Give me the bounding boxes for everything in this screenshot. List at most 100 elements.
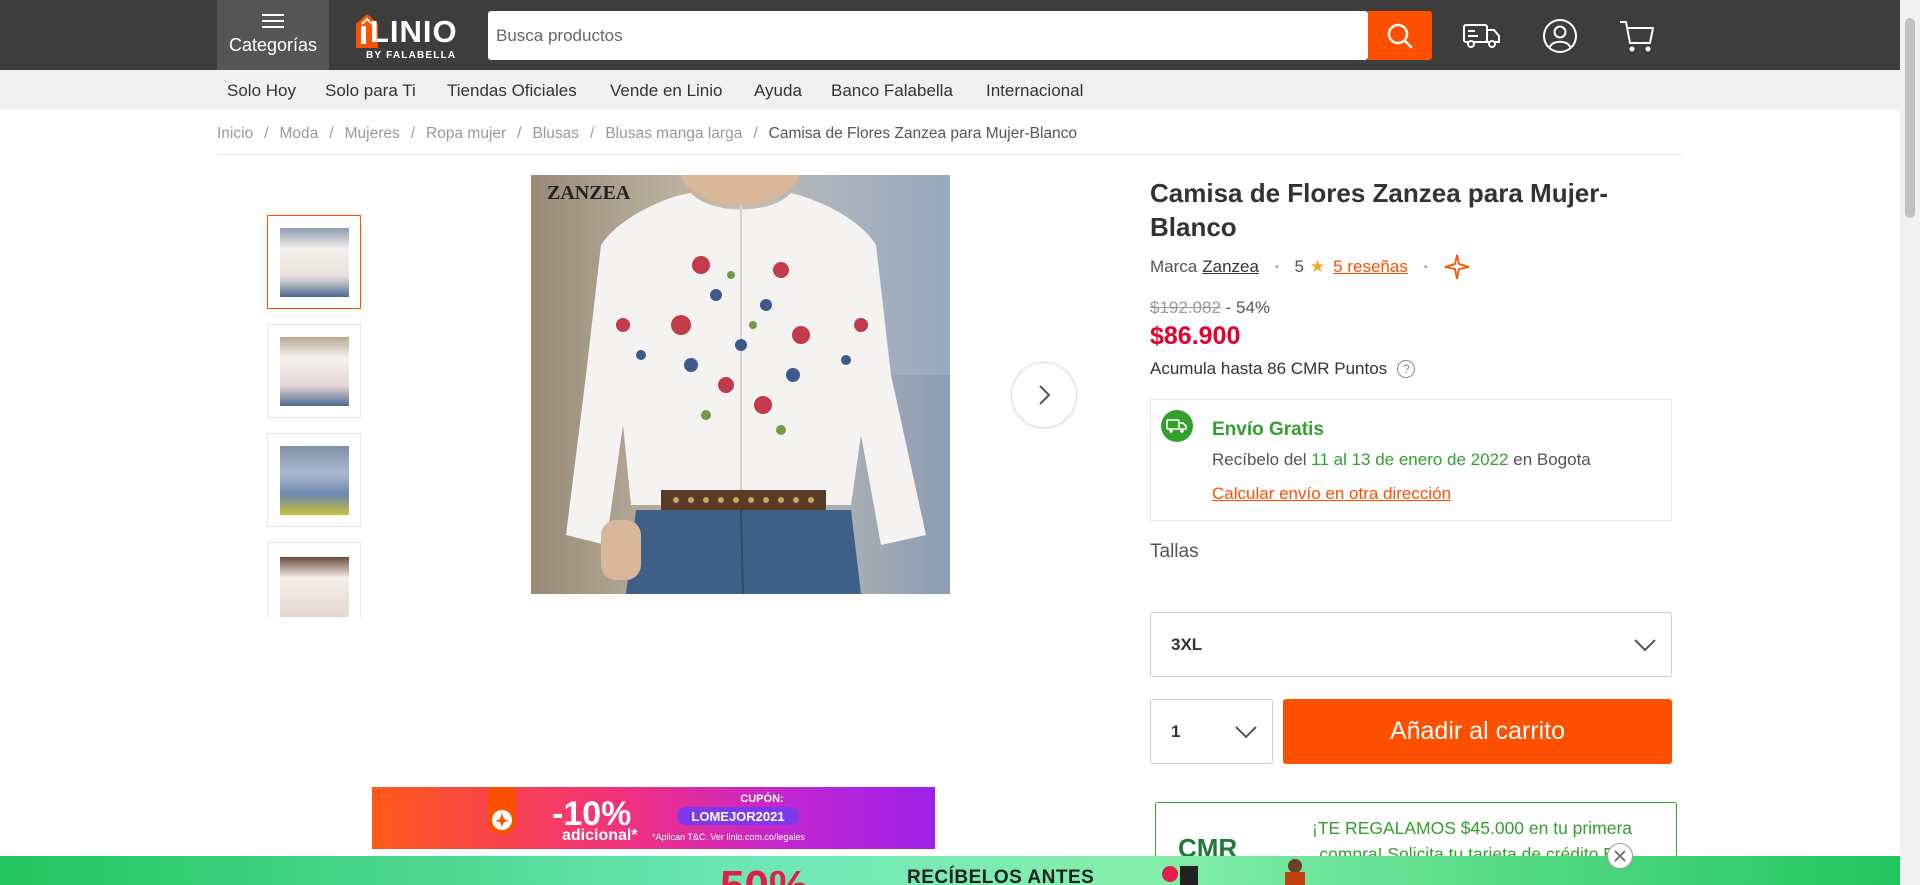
product-meta: Marca Zanzea • 5 ★ 5 reseñas • <box>1150 254 1471 280</box>
delivery-prefix: Recíbelo del <box>1212 450 1307 469</box>
shipping-info-box: Envío Gratis Recíbelo del 11 al 13 de en… <box>1150 399 1672 521</box>
product-title: Camisa de Flores Zanzea para Mujer-Blanc… <box>1150 178 1609 242</box>
thumbnail-image <box>279 227 349 297</box>
quantity-value: 1 <box>1171 721 1181 741</box>
search-icon <box>1387 23 1413 48</box>
meta-separator: • <box>1423 261 1428 273</box>
size-selected-value: 3XL <box>1171 634 1203 654</box>
brand-link[interactable]: Zanzea <box>1202 257 1259 277</box>
linio-logo[interactable]: LINIO BY FALABELLA <box>352 10 470 62</box>
breadcrumb-separator: / <box>753 125 758 142</box>
delivery-city: en Bogota <box>1513 450 1591 469</box>
old-price: $192.082 <box>1150 298 1221 317</box>
gallery-thumbnail[interactable] <box>267 433 361 527</box>
bottom-banner-percent: 50% <box>720 862 808 885</box>
promo-tab <box>488 787 516 835</box>
reviews-link[interactable]: 5 reseñas <box>1333 257 1408 277</box>
menu-icon <box>262 14 284 28</box>
breadcrumb-separator: / <box>410 125 416 142</box>
sizes-label: Tallas <box>1150 541 1199 562</box>
cmr-message: ¡TE REGALAMOS $45.000 en tu primera comp… <box>1312 818 1632 862</box>
breadcrumb-separator: / <box>517 125 522 142</box>
nav-solo-para-ti[interactable]: Solo para Ti <box>325 81 416 101</box>
gallery-thumbnail[interactable] <box>267 324 361 418</box>
nav-internacional[interactable]: Internacional <box>986 81 1083 101</box>
brand-label: Marca <box>1150 257 1198 276</box>
breadcrumb-item[interactable]: Moda <box>280 125 319 143</box>
breadcrumb-item[interactable]: Blusas manga larga <box>605 125 742 143</box>
truck-icon <box>1463 24 1500 48</box>
chevron-down-icon <box>1235 725 1257 738</box>
breadcrumb-item[interactable]: Blusas <box>532 125 579 143</box>
thumbnail-image <box>279 556 349 617</box>
points-text: Acumula hasta 86 CMR Puntos <box>1150 359 1388 378</box>
page-scrollbar[interactable] <box>1900 0 1920 885</box>
main-product-image[interactable]: ZANZEA <box>531 175 950 594</box>
add-to-cart-button[interactable]: Añadir al carrito <box>1283 699 1672 764</box>
gallery-thumbnail[interactable] <box>267 542 361 618</box>
rating-value: 5 <box>1294 257 1304 276</box>
nav-tiendas-oficiales[interactable]: Tiendas Oficiales <box>447 81 577 101</box>
cmr-points: Acumula hasta 86 CMR Puntos ? <box>1150 359 1416 379</box>
logo-text: LINIO <box>370 14 458 49</box>
person-icon <box>1285 859 1305 885</box>
breadcrumb-separator: / <box>264 125 269 142</box>
breadcrumb-current: Camisa de Flores Zanzea para Mujer-Blanc… <box>768 125 1078 142</box>
current-price: $86.900 <box>1150 322 1241 350</box>
account-button[interactable] <box>1538 14 1582 58</box>
plane-icon <box>492 810 512 830</box>
nav-banco-falabella[interactable]: Banco Falabella <box>831 81 953 101</box>
thumbnail-image <box>279 336 349 406</box>
breadcrumb-item[interactable]: Ropa mujer <box>426 125 506 143</box>
coupon-label: CUPÓN: <box>740 793 784 805</box>
categories-label: Categorías <box>228 35 318 55</box>
scrollbar-thumb[interactable] <box>1905 18 1915 218</box>
delivery-dates: 11 al 13 de enero de 2022 <box>1311 450 1509 469</box>
gallery-thumbnail[interactable] <box>267 215 361 309</box>
quantity-select[interactable]: 1 <box>1150 699 1273 764</box>
watermark-text: ZANZEA <box>547 182 631 204</box>
coupon-promo-banner[interactable]: -10% adicional* CUPÓN: LOMEJOR2021 *Apli… <box>372 787 935 849</box>
old-price-row: $192.082 - 54% <box>1150 298 1270 318</box>
coupon-code: LOMEJOR2021 <box>677 807 799 825</box>
chevron-down-icon <box>1634 638 1656 651</box>
promo-adicional: adicional* <box>562 827 638 844</box>
nav-solo-hoy[interactable]: Solo Hoy <box>227 81 296 101</box>
breadcrumb-separator: / <box>329 125 334 142</box>
close-banner-button[interactable] <box>1607 843 1633 869</box>
size-select[interactable]: 3XL <box>1150 612 1672 677</box>
cart-icon <box>1620 21 1654 52</box>
chevron-right-icon <box>1039 385 1051 405</box>
nav-ayuda[interactable]: Ayuda <box>754 81 802 101</box>
calculate-shipping-link[interactable]: Calcular envío en otra dirección <box>1212 484 1451 504</box>
delivery-estimate: Recíbelo del 11 al 13 de enero de 2022 e… <box>1212 450 1591 470</box>
top-header: Categorías LINIO BY FALABELLA <box>0 0 1900 70</box>
meta-separator: • <box>1274 261 1279 273</box>
discount-percent: - 54% <box>1225 298 1271 317</box>
nav-vende-en-linio[interactable]: Vende en Linio <box>610 81 723 101</box>
bottom-banner-text: RECÍBELOS ANTES <box>907 867 1095 885</box>
delivery-truck-icon <box>1161 410 1193 442</box>
breadcrumb: Inicio / Moda / Mujeres / Ropa mujer / Blusas / Bl… <box>217 125 1682 155</box>
promo-terms: *Aplican T&C. Ver linio.com.co/legales <box>652 832 805 842</box>
thumbnail-image <box>279 445 349 515</box>
cart-button[interactable] <box>1615 14 1659 58</box>
secondary-nav: Solo Hoy Solo para Ti Tiendas Oficiales … <box>0 70 1900 110</box>
search-input[interactable] <box>496 11 1346 60</box>
help-icon[interactable]: ? <box>1397 360 1416 378</box>
gift-icon <box>1162 866 1198 885</box>
logo-subtext: BY FALABELLA <box>366 50 457 61</box>
search-button[interactable] <box>1368 11 1432 60</box>
product-photo: ZANZEA <box>531 175 950 594</box>
breadcrumb-item[interactable]: Inicio <box>217 125 253 143</box>
next-image-button[interactable] <box>1011 362 1077 428</box>
cmr-promo-box[interactable]: CMR ¡TE REGALAMOS $45.000 en tu primera … <box>1155 802 1677 862</box>
user-icon <box>1543 19 1577 53</box>
shipping-truck-button[interactable] <box>1460 14 1504 58</box>
breadcrumb-item[interactable]: Mujeres <box>345 125 400 143</box>
star-icon: ★ <box>1309 257 1326 276</box>
categories-button[interactable]: Categorías <box>217 0 329 70</box>
free-shipping-title: Envío Gratis <box>1212 419 1324 440</box>
search-box <box>488 11 1368 60</box>
breadcrumb-separator: / <box>590 125 595 142</box>
